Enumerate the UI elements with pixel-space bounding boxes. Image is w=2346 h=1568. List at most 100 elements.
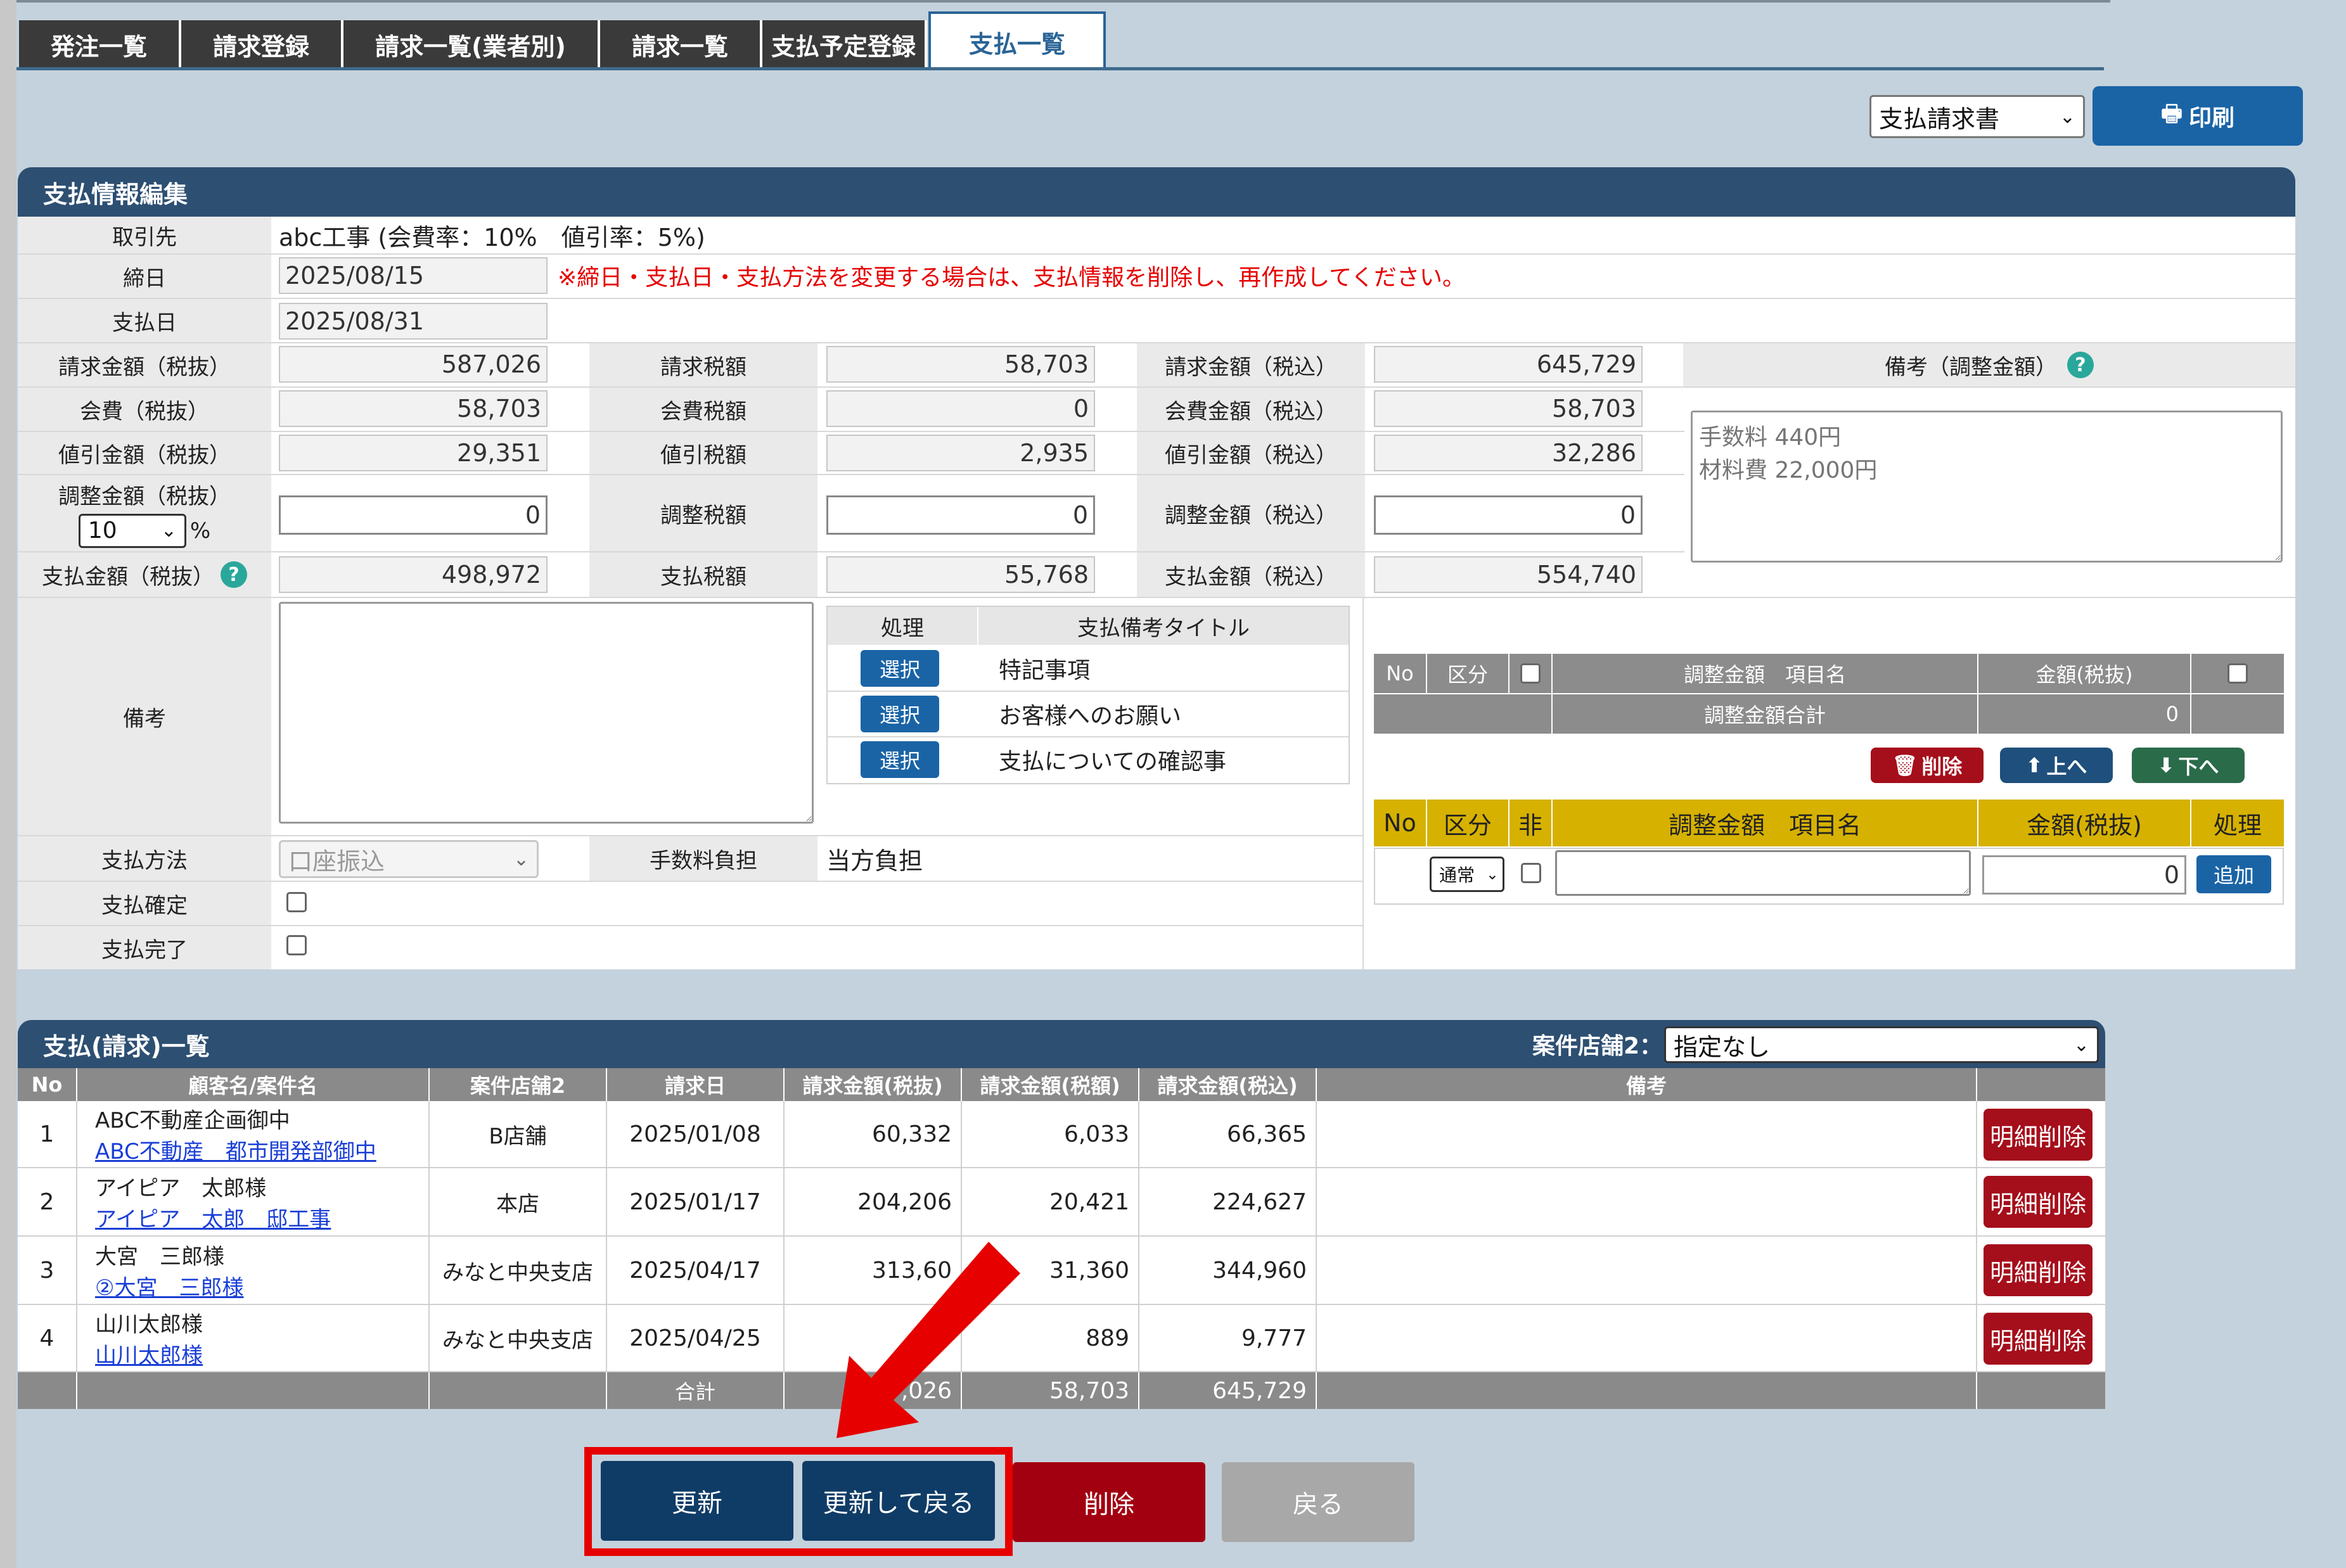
close-date-input[interactable]: 2025/08/15 [279,257,548,294]
project-link[interactable]: 山川太郎様 [95,1338,203,1369]
label-discount-inc: 値引金額（税込） [1137,432,1365,474]
select-all-checkbox[interactable] [1520,663,1541,684]
template-item: お客様へのお願い [999,703,1182,729]
adj-item-name-input[interactable] [1555,850,1971,896]
row-amount-tax: 6,033 [962,1101,1139,1168]
kubun-select[interactable]: 通常 ⌄ [1430,857,1504,892]
remarks-textarea[interactable] [279,602,814,824]
trash-icon: 🗑 [1892,753,1918,777]
fee-inc-value: 58,703 [1374,390,1643,427]
discount-inc-value: 32,286 [1374,435,1643,471]
row-amount-ex: 60,332 [785,1101,962,1168]
delete-button[interactable]: 削除 [1013,1462,1205,1542]
row-no: 3 [18,1237,77,1305]
project-link[interactable]: ②大宮 三郎様 [95,1270,243,1301]
panel-title: 支払情報編集 [43,180,188,208]
row-amount-inc: 224,627 [1139,1168,1317,1237]
pay-inc-value: 554,740 [1374,556,1643,593]
row-amount-ex: 204,206 [785,1168,962,1237]
notes-label-cell: 備考（調整金額） ? [1683,343,2295,386]
row-no: 1 [18,1101,77,1168]
tab-payment-plan-register[interactable]: 支払予定登録 [762,20,927,68]
pay-confirm-checkbox[interactable] [286,892,307,912]
adj-delete-button[interactable]: 🗑 削除 [1871,748,1984,783]
row-delete-button[interactable]: 明細削除 [1984,1313,2093,1365]
label-pay-date: 支払日 [18,299,271,342]
adj-amount-input[interactable]: 0 [1982,855,2186,895]
row-remarks [1317,1101,1977,1168]
back-button[interactable]: 戻る [1222,1462,1414,1542]
total-blank [1977,1372,2105,1409]
help-icon[interactable]: ? [221,561,247,588]
move-down-button[interactable]: ⬇ 下へ [2132,748,2245,783]
adj-total-label: 調整金額合計 [1553,694,1977,734]
label-pay-tax: 支払税額 [589,552,817,597]
adj-col-check [1510,654,1551,693]
row-customer-cell: アイピア 太郎様 アイピア 太郎 邸工事 [77,1168,430,1237]
invoice-tax-value: 58,703 [826,346,1095,383]
row-amount-inc: 9,777 [1139,1305,1317,1372]
help-icon[interactable]: ? [2067,352,2094,378]
label-pay-complete: 支払完了 [18,926,271,969]
select-all-checkbox[interactable] [2227,663,2248,684]
row-store: 本店 [430,1168,607,1237]
label-fee-burden: 手数料負担 [589,836,817,881]
row-remarks [1317,1168,1977,1237]
label-invoice-tax: 請求税額 [589,343,817,386]
tab-invoice-list-vendor[interactable]: 請求一覧(業者別) [343,20,600,68]
pay-date-input[interactable]: 2025/08/31 [279,303,548,340]
pay-method-select[interactable]: 口座振込 ⌄ [279,840,539,878]
close-date-warning: ※締日・支払日・支払方法を変更する場合は、支払情報を削除し、再作成してください。 [558,265,1466,291]
label-fee-tax: 会費税額 [589,388,817,431]
total-amount-inc: 645,729 [1139,1372,1317,1409]
pay-method-value: 口座振込 [288,847,385,876]
add-button[interactable]: 追加 [2196,855,2271,893]
fee-tax-value: 0 [826,390,1095,427]
print-button-label: 印刷 [2188,105,2234,131]
select-button[interactable]: 選択 [861,741,939,778]
tab-invoice-register[interactable]: 請求登録 [181,20,343,68]
adj-total-blank2 [2191,694,2284,734]
label-adjust-tax: 調整税額 [589,475,817,551]
adj-delete-label: 削除 [1921,755,1963,779]
percent-sign: % [189,518,211,544]
select-button[interactable]: 選択 [861,696,939,732]
row-delete-button[interactable]: 明細削除 [1984,1244,2093,1296]
move-up-label: 上へ [2046,755,2087,779]
row-delete-button[interactable]: 明細削除 [1984,1109,2093,1161]
row-delete-button[interactable]: 明細削除 [1984,1176,2093,1228]
adjust-label-cell: 調整金額（税抜） 10 ⌄ % [18,475,271,551]
store-filter-select[interactable]: 指定なし ⌄ [1664,1026,2099,1063]
pay-complete-checkbox[interactable] [286,935,307,955]
kubun-value: 通常 [1439,865,1475,886]
template-header-action: 処理 [828,607,977,645]
tab-invoice-list[interactable]: 請求一覧 [600,20,762,68]
project-link[interactable]: アイピア 太郎 邸工事 [95,1202,331,1233]
adjust-inc-input[interactable]: 0 [1374,495,1643,535]
print-button[interactable]: 🖶 印刷 [2093,86,2303,146]
pay-ex-label-cell: 支払金額（税抜） ? [18,552,271,597]
project-link[interactable]: ABC不動産 都市開発部御中 [95,1134,376,1165]
total-blank [1317,1372,1977,1409]
tab-payment-list[interactable]: 支払一覧 [928,11,1106,70]
non-taxable-checkbox[interactable] [1521,863,1541,883]
row-store: みなと中央支店 [430,1237,607,1305]
tab-order-list[interactable]: 発注一覧 [19,20,181,68]
notes-textarea[interactable] [1691,411,2283,563]
total-label: 合計 [607,1372,785,1409]
row-no: 4 [18,1305,77,1372]
tax-rate-select[interactable]: 10 ⌄ [78,513,186,548]
adj-total-blank [1374,694,1551,734]
adj-col-name: 調整金額 項目名 [1553,654,1977,693]
label-adjust-inc: 調整金額（税込） [1137,475,1365,551]
adjust-tax-input[interactable]: 0 [826,495,1095,535]
select-button[interactable]: 選択 [861,650,939,687]
print-type-select[interactable]: 支払請求書 ⌄ [1869,95,2085,138]
move-up-button[interactable]: ⬆ 上へ [2000,748,2113,783]
total-blank [430,1372,607,1409]
total-blank [18,1372,77,1409]
adjust-ex-input[interactable]: 0 [279,495,548,535]
discount-ex-value: 29,351 [279,435,548,471]
arrow-down-icon: ⬇ [2157,753,2175,777]
row-remarks [1317,1305,1977,1372]
